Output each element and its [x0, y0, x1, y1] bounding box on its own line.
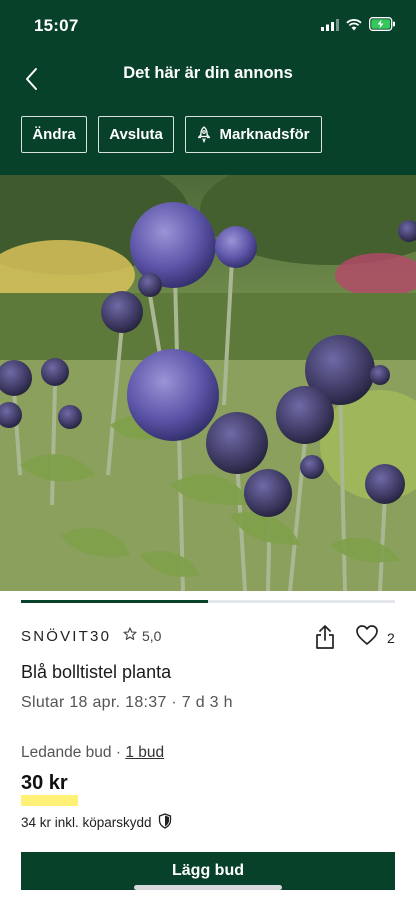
buyer-protection-price: 34 kr inkl. köparskydd: [21, 813, 172, 832]
image-progress-fill: [21, 600, 208, 603]
status-icons: [321, 17, 396, 36]
end-listing-button[interactable]: Avsluta: [98, 116, 174, 153]
cellular-signal-icon: [321, 18, 339, 36]
nav-bar: Det här är din annons: [0, 56, 416, 96]
current-price: 30 kr: [21, 772, 68, 794]
rocket-icon: [197, 126, 211, 143]
price-highlight: [21, 795, 78, 806]
battery-charging-icon: [369, 17, 396, 36]
seller-row: SNÖVIT30 5,0 2: [21, 624, 395, 650]
price-block: 30 kr: [21, 772, 78, 808]
seller-name[interactable]: SNÖVIT30: [21, 628, 111, 645]
edit-button-label: Ändra: [32, 126, 76, 143]
image-progress-bar: [21, 600, 395, 603]
buyer-protection-text: 34 kr inkl. köparskydd: [21, 815, 152, 830]
end-listing-button-label: Avsluta: [109, 126, 163, 143]
page-title: Det här är din annons: [123, 64, 293, 82]
promote-button-label: Marknadsför: [219, 126, 310, 143]
leading-bid-row: Ledande bud · 1 bud: [21, 744, 164, 762]
seller-rating-value: 5,0: [142, 627, 162, 644]
heart-icon: [355, 624, 379, 651]
favorite-button[interactable]: 2: [355, 624, 395, 651]
wifi-icon: [346, 18, 362, 36]
promote-button[interactable]: Marknadsför: [185, 116, 322, 153]
app-header: 15:07 Det här är din annons Ändra Avslut…: [0, 0, 416, 175]
edit-button[interactable]: Ändra: [21, 116, 87, 153]
home-indicator: [134, 885, 282, 890]
place-bid-button-label: Lägg bud: [172, 862, 244, 879]
item-title: Blå bolltistel planta: [21, 662, 172, 682]
shield-icon[interactable]: [158, 813, 172, 832]
globe-thistle-image: [0, 175, 416, 591]
status-bar: 15:07: [0, 0, 416, 52]
status-time: 15:07: [34, 16, 79, 35]
share-button[interactable]: [314, 624, 338, 650]
share-icon: [314, 625, 336, 654]
ends-at: Slutar 18 apr. 18:37 · 7 d 3 h: [21, 694, 233, 711]
listing-photo[interactable]: [0, 175, 416, 591]
favorite-count: 2: [387, 629, 395, 646]
separator: ·: [115, 744, 121, 761]
listing-actions: Ändra Avsluta Marknadsför: [21, 116, 322, 153]
leading-bid-label: Ledande bud: [21, 744, 112, 761]
seller-rating: 5,0: [123, 627, 161, 644]
bid-history-link[interactable]: 1 bud: [125, 744, 164, 761]
star-icon: [123, 627, 137, 644]
